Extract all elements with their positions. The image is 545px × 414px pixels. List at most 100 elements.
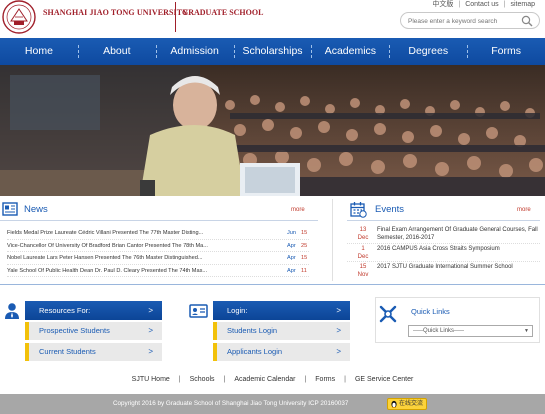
news-item[interactable]: Yale School Of Public Health Dean Dr. Pa… [7, 265, 309, 278]
footer-link-academic-calendar[interactable]: Academic Calendar [234, 376, 295, 383]
news-list: Fields Medal Prize Laureate Cédric Villa… [7, 227, 309, 277]
footer-link-separator: | [223, 376, 226, 383]
nav-degrees[interactable]: Degrees [389, 38, 467, 65]
calendar-icon [350, 202, 367, 218]
event-day-number: 15 [359, 264, 367, 270]
event-title[interactable]: Final Exam Arrangement Of Graduate Gener… [377, 226, 540, 242]
news-item-title[interactable]: Nobel Laureate Lars Peter Hansen Present… [7, 252, 243, 265]
qq-penguin-icon [391, 400, 397, 408]
event-item[interactable]: 15 Nov 2017 SJTU Graduate International S… [347, 263, 540, 280]
news-item-title[interactable]: Vice-Chancellor Of University Of Bradfor… [7, 240, 243, 253]
applicants-login-link[interactable]: Applicants Login > [213, 343, 350, 361]
event-date: 13 Dec [355, 226, 371, 242]
event-title[interactable]: 2016 CAMPUS Asia Cross Straits Symposium [377, 245, 540, 253]
event-month: Dec [357, 254, 369, 260]
id-card-icon [189, 304, 208, 318]
news-item-day: 11 [301, 267, 307, 274]
chevron-right-icon: > [148, 347, 153, 356]
section-divider [0, 284, 545, 285]
toplink-separator: | [503, 1, 506, 8]
footer-link-separator: | [344, 376, 346, 383]
students-login-link[interactable]: Students Login > [213, 322, 350, 340]
contact-us-link[interactable]: Contact us [465, 1, 498, 8]
events-title: Events [375, 204, 405, 215]
event-month: Nov [357, 272, 369, 278]
quick-links-box: Quick Links -----Quick Links----- ▼ [375, 297, 540, 343]
login-label: Login: [227, 306, 248, 315]
top-links: 中文版 | Contact us | sitemap [432, 0, 535, 9]
quick-links-icon [379, 305, 397, 323]
event-title[interactable]: 2017 SJTU Graduate International Summer … [377, 263, 540, 271]
news-header: News more [0, 199, 318, 221]
news-item-month: Apr [287, 242, 296, 249]
chevron-right-icon: > [336, 326, 341, 335]
resources-for-header[interactable]: Resources For: > [25, 301, 162, 320]
banner-image[interactable] [0, 65, 545, 196]
search-input[interactable] [408, 16, 518, 26]
sitemap-link[interactable]: sitemap [510, 1, 535, 8]
news-item-month: Jun [287, 230, 297, 236]
news-item-month: Apr [287, 267, 296, 274]
footer-link-forms[interactable]: Forms [315, 376, 335, 383]
dropdown-arrow-icon: ▼ [524, 328, 529, 334]
chevron-right-icon: > [148, 326, 153, 335]
news-item[interactable]: Vice-Chancellor Of University Of Bradfor… [7, 240, 309, 253]
chevron-right-icon: > [148, 306, 153, 315]
news-item-day: 15 [301, 255, 308, 261]
applicants-login-label: Applicants Login [227, 347, 283, 356]
footer-link-separator: | [304, 376, 307, 383]
news-item[interactable]: Nobel Laureate Lars Peter Hansen Present… [7, 252, 309, 265]
toplink-separator: | [458, 1, 461, 8]
news-title: News [24, 204, 48, 215]
footer-links: SJTU Home | Schools | Academic Calendar | Form… [0, 376, 545, 383]
university-name: SHANGHAI JIAO TONG UNIVERSITY [43, 8, 189, 17]
lecture-hall-photo [0, 65, 545, 196]
nav-academics[interactable]: Academics [311, 38, 389, 65]
login-header[interactable]: Login: > [213, 301, 350, 320]
news-more-link[interactable]: more [291, 207, 305, 213]
quick-links-selected: -----Quick Links----- [413, 328, 464, 334]
news-item-day: 15 [301, 230, 308, 236]
nav-home[interactable]: Home [0, 38, 78, 65]
chevron-right-icon: > [336, 306, 341, 315]
current-students-label: Current Students [39, 347, 96, 356]
quick-links-select[interactable]: -----Quick Links----- ▼ [408, 325, 533, 337]
nav-about[interactable]: About [77, 38, 156, 65]
footer-link-separator: | [178, 376, 181, 383]
site-header: SHANGHAI JIAO TONG UNIVERSITY GRADUATE S… [0, 0, 545, 38]
event-month: Dec [357, 235, 369, 241]
news-item[interactable]: Fields Medal Prize Laureate Cédric Villa… [7, 227, 309, 240]
quick-links-title: Quick Links [411, 307, 450, 316]
column-divider [332, 199, 333, 281]
online-chat-button[interactable]: 在线交流 [387, 398, 427, 410]
footer-link-ge-service-center[interactable]: GE Service Center [355, 376, 413, 383]
prospective-students-label: Prospective Students [39, 326, 110, 335]
main-nav: Home About Admission Scholarships Academ… [0, 38, 545, 65]
footer-link-sjtu-home[interactable]: SJTU Home [132, 376, 170, 383]
chevron-right-icon: > [336, 347, 341, 356]
nav-scholarships[interactable]: Scholarships [233, 38, 312, 65]
prospective-students-link[interactable]: Prospective Students > [25, 322, 162, 340]
search-box [400, 12, 540, 29]
footer-bar: Copyright 2016 by Graduate School of Sha… [0, 394, 545, 414]
event-day-number: 1 [361, 246, 365, 252]
news-item-day: 25 [301, 242, 308, 249]
news-item-month: Apr [287, 255, 296, 261]
copyright-text: Copyright 2016 by Graduate School of Sha… [113, 400, 349, 407]
news-item-title[interactable]: Yale School Of Public Health Dean Dr. Pa… [7, 265, 243, 278]
newspaper-icon [2, 202, 18, 216]
events-more-link[interactable]: more [517, 207, 531, 213]
search-icon[interactable] [521, 15, 533, 27]
school-name: GRADUATE SCHOOL [182, 8, 264, 17]
current-students-link[interactable]: Current Students > [25, 343, 162, 361]
footer-link-schools[interactable]: Schools [190, 376, 215, 383]
resources-for-label: Resources For: [39, 306, 91, 315]
event-item[interactable]: 1 Dec 2016 CAMPUS Asia Cross Straits Symp… [347, 245, 540, 262]
nav-forms[interactable]: Forms [467, 38, 545, 65]
online-chat-label: 在线交流 [398, 401, 423, 407]
chinese-version-link[interactable]: 中文版 [432, 1, 453, 8]
news-item-title[interactable]: Fields Medal Prize Laureate Cédric Villa… [7, 227, 243, 240]
event-item[interactable]: 13 Dec Final Exam Arrangement Of Graduate… [347, 226, 540, 244]
university-seal-logo[interactable] [2, 0, 36, 34]
nav-admission[interactable]: Admission [155, 38, 234, 65]
